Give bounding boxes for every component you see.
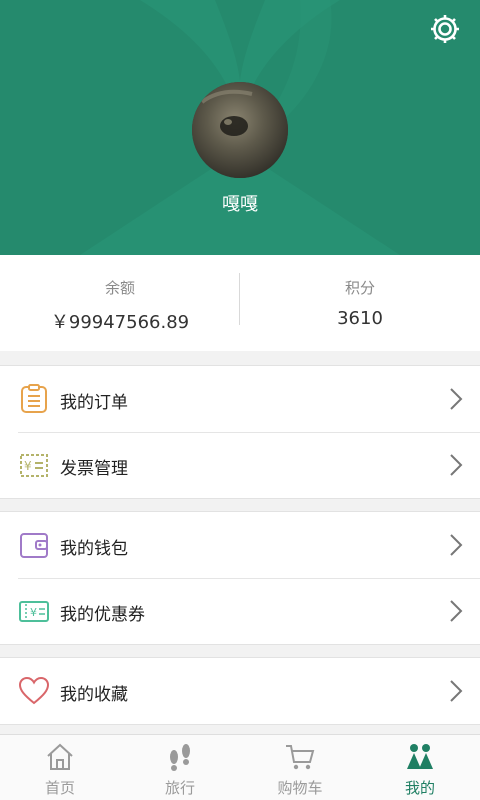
chevron-right-icon — [450, 454, 463, 476]
heart-icon — [18, 676, 50, 705]
tab-label: 我的 — [404, 779, 435, 797]
profile-icon — [407, 744, 433, 769]
avatar-image — [192, 82, 288, 178]
menu-item-label: 我的钱包 — [60, 539, 128, 559]
footprints-icon — [170, 744, 190, 771]
account-stats: 余额 ￥99947566.89 积分 3610 — [0, 255, 480, 351]
points-label: 积分 — [344, 279, 375, 297]
wallet-icon — [20, 533, 48, 558]
balance-value: ￥99947566.89 — [50, 312, 190, 333]
menu-item-coupons[interactable]: ¥ 我的优惠券 — [0, 578, 480, 644]
tab-mine[interactable]: 我的 — [360, 735, 480, 800]
home-icon — [47, 743, 73, 770]
points-stat[interactable]: 积分 3610 — [240, 255, 480, 351]
tab-home[interactable]: 首页 — [0, 735, 120, 800]
svg-text:¥: ¥ — [24, 459, 32, 473]
tab-travel[interactable]: 旅行 — [120, 735, 240, 800]
bottom-tab-bar: 首页 旅行 购物车 我的 — [0, 734, 480, 800]
menu-item-wallet[interactable]: 我的钱包 — [0, 512, 480, 578]
balance-label: 余额 — [104, 279, 135, 297]
menu-item-favorites[interactable]: 我的收藏 — [0, 658, 480, 724]
menu-item-label: 我的收藏 — [60, 685, 128, 705]
profile-header: 嘎嘎 — [0, 0, 480, 255]
menu-item-label: 我的订单 — [60, 393, 128, 413]
settings-gear-icon[interactable] — [428, 12, 462, 46]
tab-label: 首页 — [44, 779, 75, 797]
balance-stat[interactable]: 余额 ￥99947566.89 — [0, 255, 240, 351]
chevron-right-icon — [450, 600, 463, 622]
menu-item-invoices[interactable]: ¥ 发票管理 — [0, 432, 480, 498]
svg-text:¥: ¥ — [30, 606, 37, 619]
chevron-right-icon — [450, 680, 463, 702]
points-value: 3610 — [337, 308, 383, 329]
invoice-icon: ¥ — [20, 454, 48, 477]
menu-item-label: 我的优惠券 — [60, 605, 145, 625]
clipboard-icon — [21, 384, 47, 413]
tab-cart[interactable]: 购物车 — [240, 735, 360, 800]
coupon-icon: ¥ — [19, 601, 49, 622]
username: 嘎嘎 — [222, 194, 258, 215]
cart-icon — [286, 745, 315, 770]
menu-group-wallet: 我的钱包 ¥ 我的优惠券 — [0, 511, 480, 645]
menu-group-orders: 我的订单 ¥ 发票管理 — [0, 365, 480, 499]
menu-item-orders[interactable]: 我的订单 — [0, 366, 480, 432]
tab-label: 旅行 — [164, 779, 195, 797]
avatar[interactable] — [192, 82, 288, 178]
chevron-right-icon — [450, 388, 463, 410]
tab-label: 购物车 — [277, 779, 323, 797]
chevron-right-icon — [450, 534, 463, 556]
menu-group-favorites: 我的收藏 — [0, 657, 480, 725]
menu-item-label: 发票管理 — [60, 459, 128, 479]
